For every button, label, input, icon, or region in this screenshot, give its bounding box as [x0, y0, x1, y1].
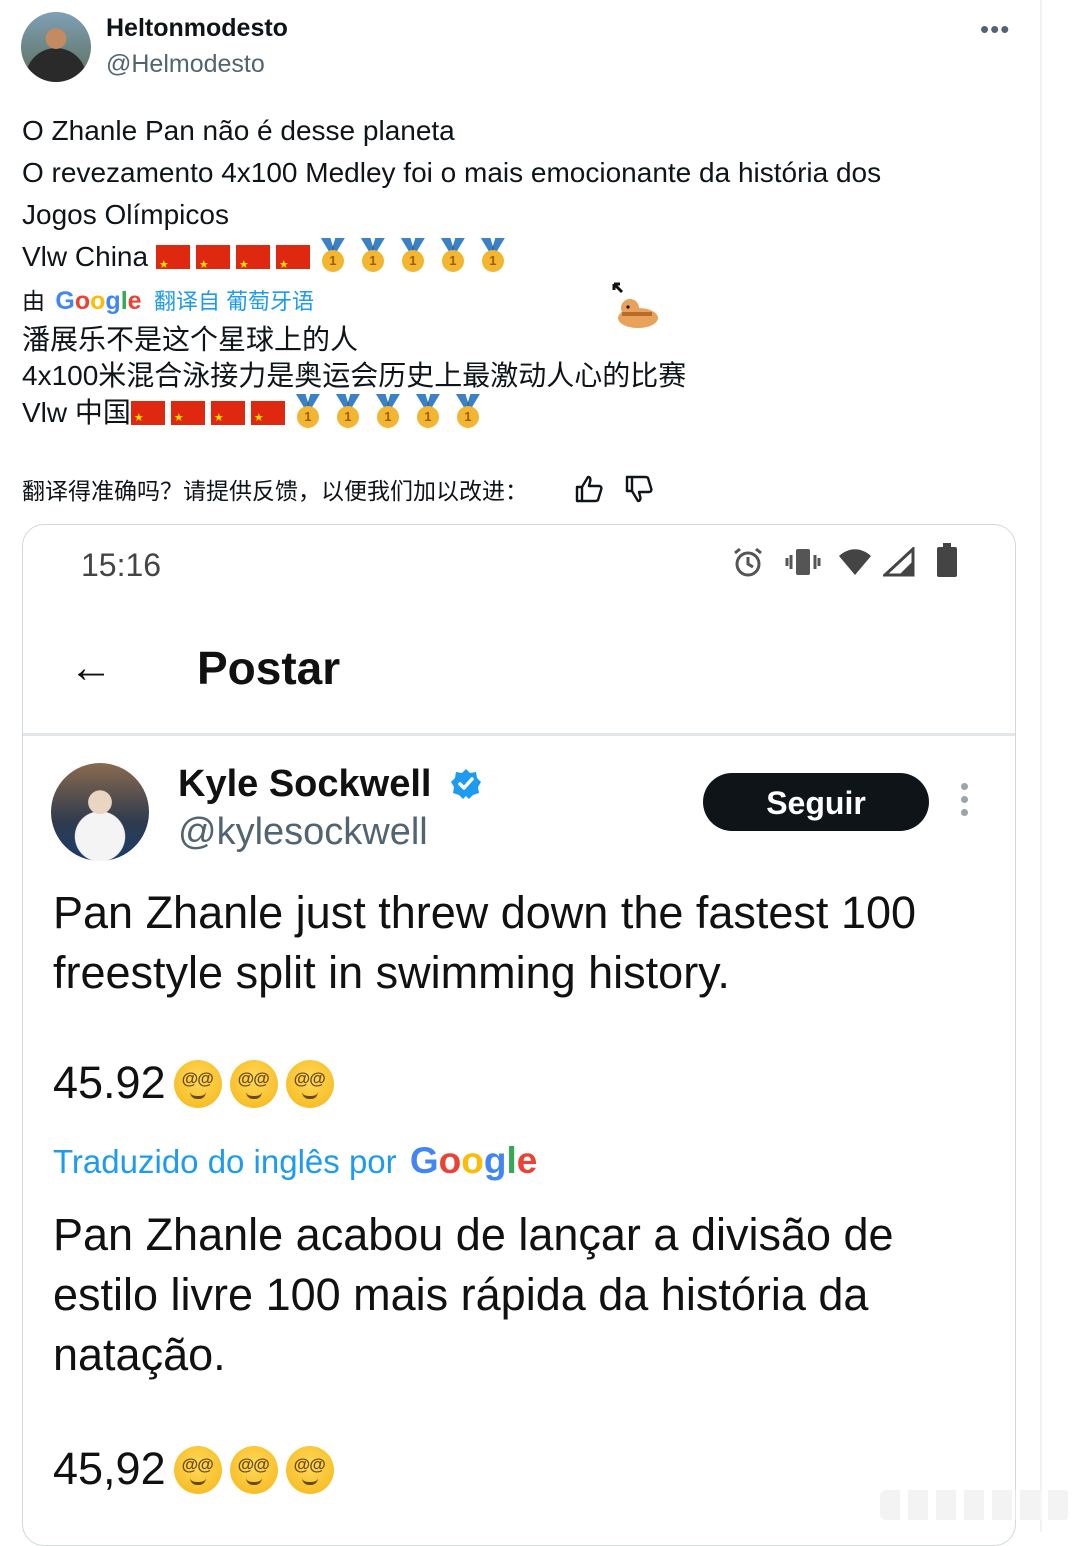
tweet-text: O Zhanle Pan não é desse planeta O revez…	[22, 110, 1012, 286]
quoted-translated-number-row: 45,92	[53, 1443, 334, 1495]
split-time: 45.92	[53, 1057, 166, 1108]
alarm-icon	[734, 547, 762, 577]
china-flag-icon	[155, 244, 190, 286]
quoted-author-handle[interactable]: @kylesockwell	[178, 811, 428, 854]
thumbs-down-icon[interactable]	[624, 474, 654, 504]
quoted-tweet-number-row: 45.92	[53, 1057, 334, 1109]
thumbs-up-icon[interactable]	[574, 474, 604, 504]
battery-icon	[937, 543, 957, 577]
signal-icon	[883, 547, 915, 577]
translated-text: 潘展乐不是这个星球上的人 4x100米混合泳接力是奥运会历史上最激动人心的比赛 …	[22, 322, 1012, 436]
gold-medal-icon	[316, 238, 350, 276]
dizzy-face-icon	[173, 1060, 222, 1108]
gold-medal-icon	[436, 238, 470, 276]
watermark	[880, 1490, 1070, 1520]
dizzy-face-icon	[285, 1446, 334, 1494]
tweet-line: Jogos Olímpicos	[22, 199, 229, 230]
china-flag-icon	[210, 400, 245, 436]
page-title: Postar	[197, 642, 341, 694]
kebab-menu-icon[interactable]	[961, 783, 969, 819]
author-handle[interactable]: @Helmodesto	[106, 50, 265, 79]
tweet-line: Vlw China	[22, 236, 1012, 286]
tweet-line: O Zhanle Pan não é desse planeta	[22, 115, 455, 146]
right-rail-border	[1040, 0, 1042, 1532]
author-name[interactable]: Heltonmodesto	[106, 14, 288, 43]
gold-medal-icon	[291, 394, 325, 432]
gold-medal-icon	[411, 394, 445, 432]
gold-medal-icon	[451, 394, 485, 432]
author-avatar[interactable]	[21, 12, 91, 82]
gold-medal-icon	[331, 394, 365, 432]
china-flag-icon	[275, 244, 310, 286]
china-flag-icon	[250, 400, 285, 436]
quoted-author-avatar[interactable]	[51, 763, 149, 861]
verified-badge-icon	[451, 769, 482, 799]
translation-attribution: 由 Google 翻译自 葡萄牙语	[22, 282, 314, 316]
translated-split-time: 45,92	[53, 1443, 166, 1494]
vibrate-icon	[785, 549, 821, 575]
translation-feedback-prompt: 翻译得准确吗？请提供反馈，以便我们加以改进：	[22, 478, 528, 504]
back-arrow-icon[interactable]: ←	[69, 643, 113, 693]
china-flag-icon	[235, 244, 270, 286]
quoted-tweet-text: Pan Zhanle just threw down the fastest 1…	[53, 887, 917, 998]
translated-line-text: Vlw 中国	[22, 397, 131, 428]
translated-line: Vlw 中国	[22, 394, 1012, 436]
embedded-screenshot-card[interactable]: 15:16 ← Postar Kyle Sockwell @kylesockwe…	[22, 524, 1016, 1546]
dizzy-face-icon	[229, 1446, 278, 1494]
china-flag-icon	[130, 400, 165, 436]
china-flag-icon	[195, 244, 230, 286]
gold-medal-icon	[356, 238, 390, 276]
follow-button[interactable]: Seguir	[703, 773, 929, 831]
google-logo: Google	[409, 1140, 538, 1181]
translate-source-link[interactable]: 翻译自 葡萄牙语	[154, 289, 314, 314]
dizzy-face-icon	[173, 1446, 222, 1494]
quoted-author-name[interactable]: Kyle Sockwell	[178, 763, 431, 805]
gold-medal-icon	[371, 394, 405, 432]
gold-medal-icon	[476, 238, 510, 276]
quoted-translation-attribution[interactable]: Traduzido do inglês por Google	[53, 1140, 543, 1182]
quoted-author-name-row[interactable]: Kyle Sockwell	[178, 763, 482, 806]
translated-line: 潘展乐不是这个星球上的人	[22, 324, 359, 355]
gold-medal-icon	[396, 238, 430, 276]
tweet-line-text: Vlw China	[22, 241, 149, 272]
quoted-translated-text: Pan Zhanle acabou de lançar a divisão de…	[53, 1209, 894, 1380]
translation-prefix: 由	[22, 288, 45, 314]
translated-by-label: Traduzido do inglês por	[53, 1143, 397, 1180]
wifi-icon	[839, 549, 871, 575]
translated-line: 4x100米混合泳接力是奥运会历史上最激动人心的比赛	[22, 360, 687, 391]
tweet-line: O revezamento 4x100 Medley foi o mais em…	[22, 157, 882, 188]
more-options-icon[interactable]: •••	[980, 14, 1010, 45]
header-divider	[23, 733, 1015, 736]
status-bar-time: 15:16	[81, 547, 162, 583]
dizzy-face-icon	[285, 1060, 334, 1108]
dizzy-face-icon	[229, 1060, 278, 1108]
china-flag-icon	[170, 400, 205, 436]
google-logo: Google	[55, 287, 142, 315]
